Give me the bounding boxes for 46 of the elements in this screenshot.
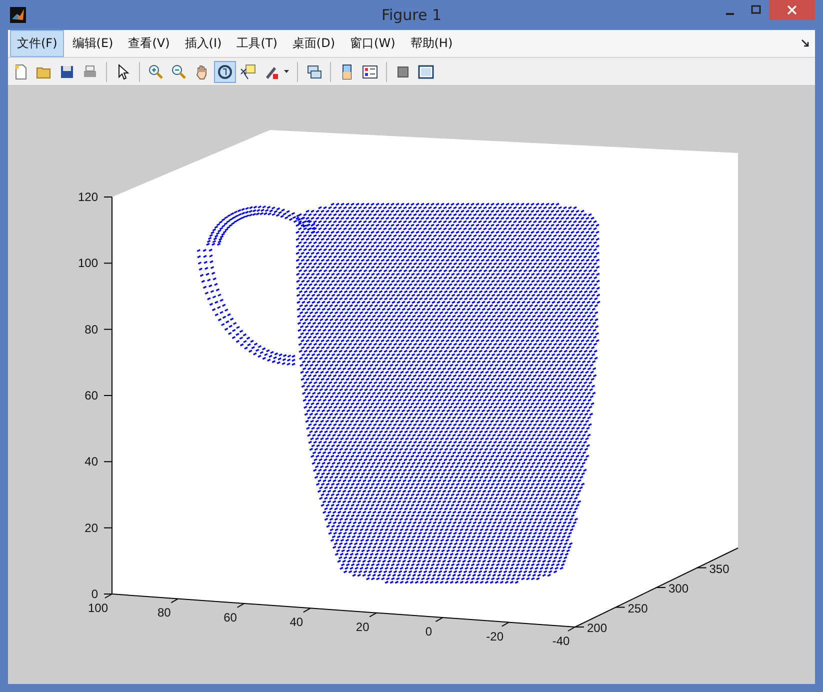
axis-tick-label: 120 (78, 190, 98, 204)
axis-tick-label: -20 (486, 629, 504, 644)
menu-item[interactable]: 工具(T) (230, 30, 284, 57)
legend-icon (362, 64, 378, 80)
axis-tick-label: -40 (552, 634, 570, 648)
square-icon (395, 64, 411, 80)
app-logo-icon (10, 6, 26, 23)
axis-tick-label: 80 (84, 322, 98, 336)
zoom-in-icon (148, 64, 164, 80)
linked-windows-icon (306, 64, 322, 80)
data-cursor-icon (240, 64, 256, 80)
menu-item[interactable]: 窗口(W) (343, 30, 402, 57)
axis-tick-label: 0 (91, 587, 98, 601)
menu-item[interactable]: 文件(F) (10, 30, 64, 57)
axis-tick-label: 40 (290, 615, 304, 630)
axis-tick-label: 350 (709, 562, 730, 576)
menu-item[interactable]: 桌面(D) (285, 30, 342, 57)
new-page-icon (13, 64, 29, 80)
menu-item[interactable]: 查看(V) (121, 30, 177, 57)
dock-arrow-icon[interactable] (801, 39, 809, 48)
minimize-icon (726, 13, 734, 15)
zoom-out-icon (171, 64, 187, 80)
axis-tick-label: 300 (668, 582, 689, 596)
window-title: Figure 1 (381, 6, 442, 24)
maximize-icon (751, 5, 761, 15)
axis-tick-label: 60 (84, 388, 98, 402)
axis-tick-label: 60 (224, 610, 237, 624)
menu-item[interactable]: 帮助(H) (403, 30, 460, 57)
axis-tick-label: 100 (88, 601, 108, 615)
axis-tick-label: 100 (78, 256, 98, 270)
menu-item[interactable]: 插入(I) (178, 30, 229, 57)
axis-tick-label: 0 (425, 624, 432, 639)
close-icon (787, 5, 797, 15)
caret-icon[interactable] (284, 70, 289, 74)
menu-item[interactable]: 编辑(E) (65, 30, 120, 57)
axis-tick-label: 80 (157, 606, 171, 620)
rotate-tool-button[interactable] (214, 60, 236, 83)
rotate-icon (217, 64, 233, 80)
panel-icon (418, 64, 434, 80)
axis-tick-label: 40 (84, 454, 98, 469)
printer-icon (82, 64, 98, 80)
axis-tick-label: 20 (356, 620, 370, 634)
axis-tick-label: 250 (628, 601, 648, 616)
close-button[interactable] (769, 0, 815, 20)
axis-tick-label: 20 (84, 520, 98, 535)
axis-tick-label: 200 (587, 621, 608, 635)
